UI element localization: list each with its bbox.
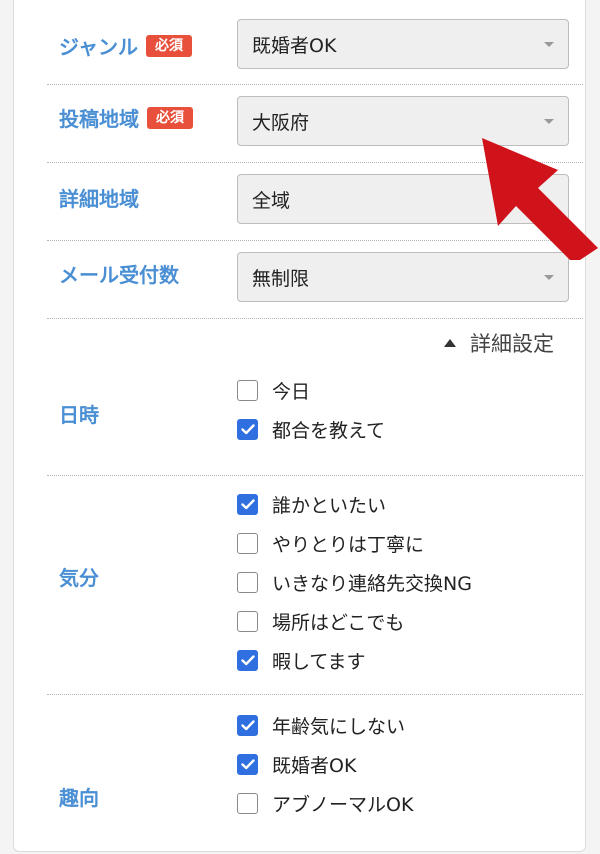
required-badge: 必須 (147, 106, 193, 129)
genre-select[interactable]: 既婚者OK (237, 19, 569, 69)
mood-option[interactable]: 場所はどこでも (237, 602, 472, 641)
genre-select-value: 既婚者OK (252, 34, 337, 57)
mood-option[interactable]: 暇してます (237, 641, 472, 680)
mood-option-label: 暇してます (272, 651, 366, 673)
preference-options: 年齢気にしない 既婚者OK アブノーマルOK (237, 706, 413, 823)
mood-options: 誰かといたいやりとりは丁寧にいきなり連絡先交換NG 場所はどこでも 暇してます (237, 485, 472, 680)
chevron-down-icon (544, 275, 554, 280)
datetime-label: 日時 (59, 403, 99, 427)
mood-option[interactable]: いきなり連絡先交換NG (237, 563, 472, 602)
chevron-down-icon (544, 42, 554, 47)
chevron-down-icon (544, 119, 554, 124)
preference-row: 趣向 年齢気にしない 既婚者OK アブノーマルOK (47, 694, 583, 854)
advanced-settings-toggle[interactable]: 詳細設定 (444, 328, 554, 358)
preference-option[interactable]: アブノーマルOK (237, 784, 413, 823)
mood-option-label: 誰かといたい (272, 495, 387, 517)
checkbox-unchecked-icon[interactable] (237, 793, 258, 814)
area-select-value: 大阪府 (252, 111, 310, 134)
preference-label: 趣向 (59, 786, 99, 810)
mood-option[interactable]: 誰かといたい (237, 485, 472, 524)
checkmark-icon (240, 759, 255, 770)
mood-row: 気分 誰かといたいやりとりは丁寧にいきなり連絡先交換NG 場所はどこでも 暇してます (47, 475, 583, 695)
checkbox-unchecked-icon[interactable] (237, 380, 258, 401)
detail-area-select-value: 全域 (252, 189, 291, 212)
checkbox-checked-icon[interactable] (237, 419, 258, 440)
mail-limit-label: メール受付数 (59, 263, 179, 287)
datetime-option-label: 今日 (272, 381, 311, 403)
datetime-options: 今日 都合を教えて (237, 371, 385, 449)
preference-option-label: 既婚者OK (272, 755, 357, 777)
datetime-row: 日時 今日都合を教えて (47, 371, 583, 476)
triangle-up-icon (444, 339, 456, 347)
checkbox-checked-icon[interactable] (237, 715, 258, 736)
red-arrow-pointer-icon (482, 138, 598, 260)
preference-option-label: アブノーマルOK (272, 794, 414, 816)
checkmark-icon (240, 655, 255, 666)
checkbox-checked-icon[interactable] (237, 494, 258, 515)
detail-area-label: 詳細地域 (59, 187, 139, 211)
mood-option[interactable]: やりとりは丁寧に (237, 524, 472, 563)
checkbox-checked-icon[interactable] (237, 754, 258, 775)
red-arrow-shape (482, 138, 598, 260)
genre-label: ジャンル 必須 (59, 31, 192, 60)
checkbox-unchecked-icon[interactable] (237, 611, 258, 632)
checkmark-icon (240, 720, 255, 731)
datetime-option[interactable]: 都合を教えて (237, 410, 385, 449)
preference-option[interactable]: 既婚者OK (237, 745, 413, 784)
mood-option-label: いきなり連絡先交換NG (272, 573, 472, 595)
checkbox-unchecked-icon[interactable] (237, 533, 258, 554)
area-label: 投稿地域 必須 (59, 103, 193, 132)
datetime-option[interactable]: 今日 (237, 371, 385, 410)
checkmark-icon (240, 499, 255, 510)
checkbox-checked-icon[interactable] (237, 650, 258, 671)
required-badge: 必須 (146, 34, 192, 57)
checkmark-icon (240, 424, 255, 435)
advanced-settings-label: 詳細設定 (470, 332, 554, 356)
mood-label: 気分 (59, 566, 99, 590)
mood-option-label: やりとりは丁寧に (272, 534, 425, 556)
mail-limit-select-value: 無制限 (252, 267, 310, 290)
mood-option-label: 場所はどこでも (272, 612, 405, 634)
preference-option-label: 年齢気にしない (272, 716, 406, 738)
search-form-card: ジャンル 必須 既婚者OK 投稿地域 必須 大阪府 詳細地域 全域 メール受付数… (13, 0, 586, 852)
genre-row: ジャンル 必須 既婚者OK (47, 1, 583, 85)
checkbox-unchecked-icon[interactable] (237, 572, 258, 593)
datetime-option-label: 都合を教えて (272, 420, 386, 442)
preference-option[interactable]: 年齢気にしない (237, 706, 413, 745)
